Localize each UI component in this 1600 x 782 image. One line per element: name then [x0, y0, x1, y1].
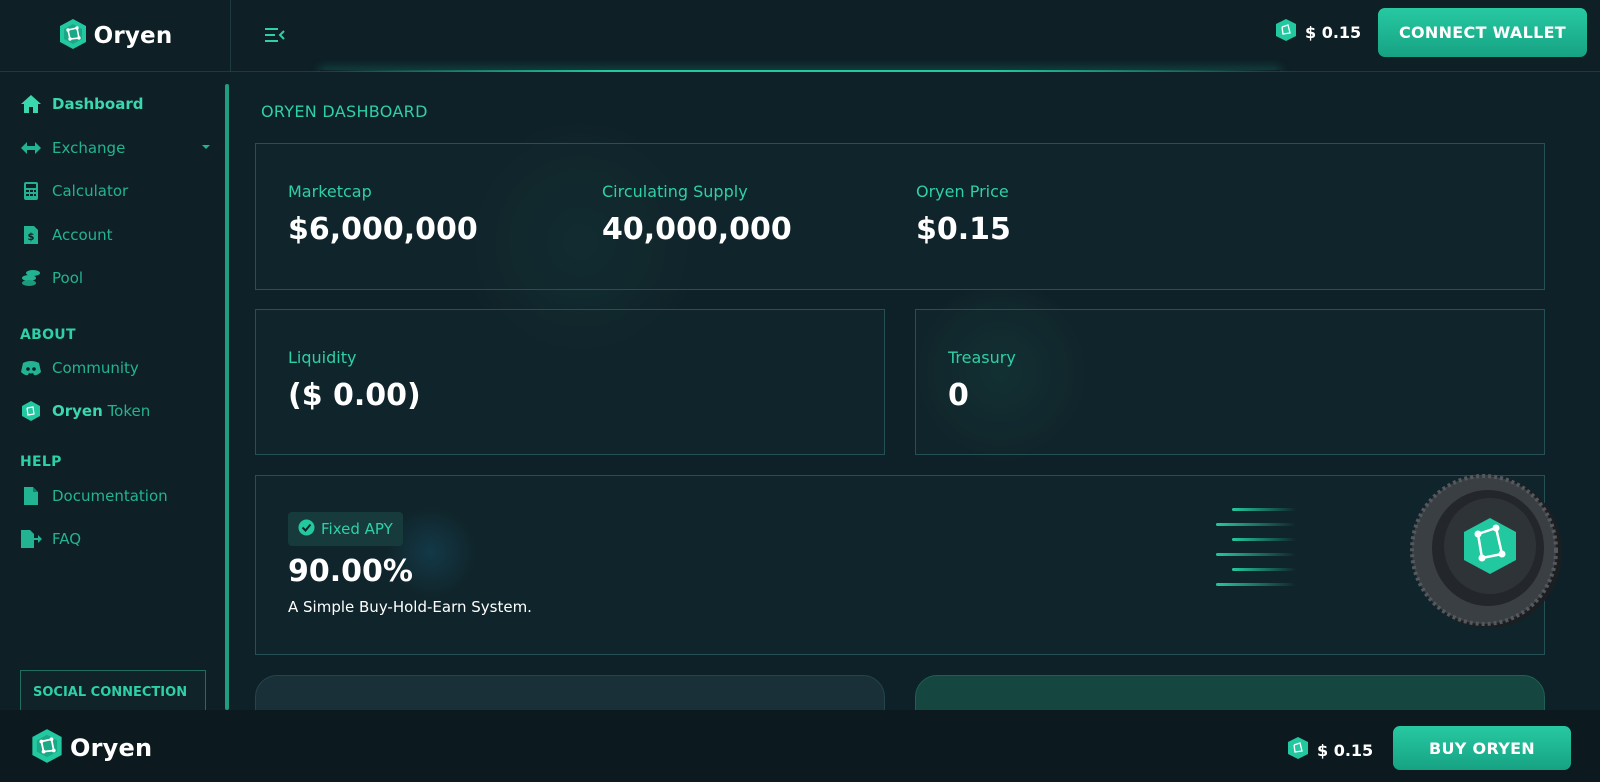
chevron-down-icon [202, 145, 210, 149]
brand-logo[interactable]: Oryen [0, 0, 231, 72]
header-token-price: $ 0.15 [1275, 18, 1362, 46]
header-price-value: $ 0.15 [1305, 22, 1362, 42]
help-section-title: HELP [20, 454, 62, 470]
token-label-rest: Token [107, 402, 151, 420]
oryen-logo-icon [58, 18, 88, 54]
footer-token-price: $ 0.15 [1287, 736, 1373, 764]
circulating-supply-label: Circulating Supply [602, 182, 748, 201]
circulating-supply-value: 40,000,000 [602, 212, 792, 247]
file-export-icon [20, 528, 42, 550]
liquidity-label: Liquidity [288, 348, 357, 367]
speed-lines-decoration [1216, 504, 1306, 594]
sidebar: Dashboard Exchange Calculator $ Account [0, 72, 231, 748]
treasury-value: 0 [948, 378, 969, 413]
sidebar-item-community[interactable]: Community [20, 354, 210, 382]
sidebar-item-dashboard[interactable]: Dashboard [20, 90, 210, 118]
marketcap-label: Marketcap [288, 182, 372, 201]
brand-name: Oryen [93, 23, 173, 49]
apy-description: A Simple Buy-Hold-Earn System. [288, 598, 532, 616]
sidebar-item-label: FAQ [52, 530, 82, 548]
liquidity-card: Liquidity ($ 0.00) [255, 309, 885, 455]
coin-stack-icon [20, 267, 42, 289]
exchange-arrows-icon [20, 137, 42, 159]
buy-oryen-button[interactable]: BUY ORYEN [1393, 726, 1571, 770]
sidebar-item-oryen-token[interactable]: Oryen Token [20, 397, 210, 425]
page-title: ORYEN DASHBOARD [261, 102, 428, 121]
oryen-token-icon [1287, 736, 1309, 764]
fixed-apy-label: Fixed APY [321, 520, 393, 538]
sidebar-item-label: Exchange [52, 139, 126, 157]
oryen-price-value: $0.15 [916, 212, 1011, 247]
treasury-card: Treasury 0 [915, 309, 1545, 455]
sidebar-item-label: Pool [52, 269, 84, 287]
social-connection-title: SOCIAL CONNECTION [33, 685, 188, 700]
footer-brand-name: Oryen [70, 734, 153, 762]
bottom-bar: Oryen $ 0.15 BUY ORYEN [0, 710, 1600, 782]
sidebar-collapse-button[interactable] [264, 25, 286, 45]
sidebar-item-account[interactable]: $ Account [20, 221, 210, 249]
dollar-document-icon: $ [20, 224, 42, 246]
oryen-logo-icon [30, 728, 64, 768]
oryen-token-icon [20, 400, 42, 422]
stats-card: Marketcap $6,000,000 Circulating Supply … [255, 143, 1545, 290]
document-icon [20, 485, 42, 507]
oryen-token-icon [1275, 18, 1297, 46]
bottom-card-right [915, 675, 1545, 710]
top-header: Oryen $ 0.15 CONNECT WALLET [0, 0, 1600, 72]
token-label-bold: Oryen [52, 402, 103, 420]
sidebar-item-label: Dashboard [52, 95, 144, 113]
oryen-coin-image [1396, 466, 1566, 636]
sidebar-item-exchange[interactable]: Exchange [20, 134, 210, 162]
sidebar-scrollbar[interactable] [225, 84, 229, 710]
main-content: ORYEN DASHBOARD Marketcap $6,000,000 Cir… [231, 72, 1600, 710]
about-section-title: ABOUT [20, 327, 76, 343]
liquidity-value: ($ 0.00) [288, 378, 421, 413]
sidebar-item-label: Documentation [52, 487, 168, 505]
apy-card: Fixed APY 90.00% A Simple Buy-Hold-Earn … [255, 474, 1562, 655]
oryen-price-label: Oryen Price [916, 182, 1009, 201]
calculator-icon [20, 180, 42, 202]
home-icon [20, 93, 42, 115]
sidebar-item-label: Oryen Token [52, 402, 150, 420]
menu-collapse-icon [264, 28, 286, 49]
sidebar-item-faq[interactable]: FAQ [20, 525, 210, 553]
sidebar-item-label: Account [52, 226, 113, 244]
footer-price-value: $ 0.15 [1317, 740, 1374, 760]
marketcap-value: $6,000,000 [288, 212, 478, 247]
sidebar-item-label: Calculator [52, 182, 129, 200]
svg-text:$: $ [28, 232, 35, 243]
check-circle-icon [298, 519, 315, 540]
sidebar-item-calculator[interactable]: Calculator [20, 177, 210, 205]
connect-wallet-button[interactable]: CONNECT WALLET [1378, 8, 1587, 57]
bottom-card-left [255, 675, 885, 710]
fixed-apy-badge: Fixed APY [288, 512, 403, 546]
discord-icon [20, 357, 42, 379]
treasury-label: Treasury [948, 348, 1016, 367]
apy-value: 90.00% [288, 554, 413, 589]
footer-brand-logo[interactable]: Oryen [30, 728, 152, 768]
sidebar-item-pool[interactable]: Pool [20, 264, 210, 292]
sidebar-item-documentation[interactable]: Documentation [20, 482, 210, 510]
sidebar-item-label: Community [52, 359, 139, 377]
